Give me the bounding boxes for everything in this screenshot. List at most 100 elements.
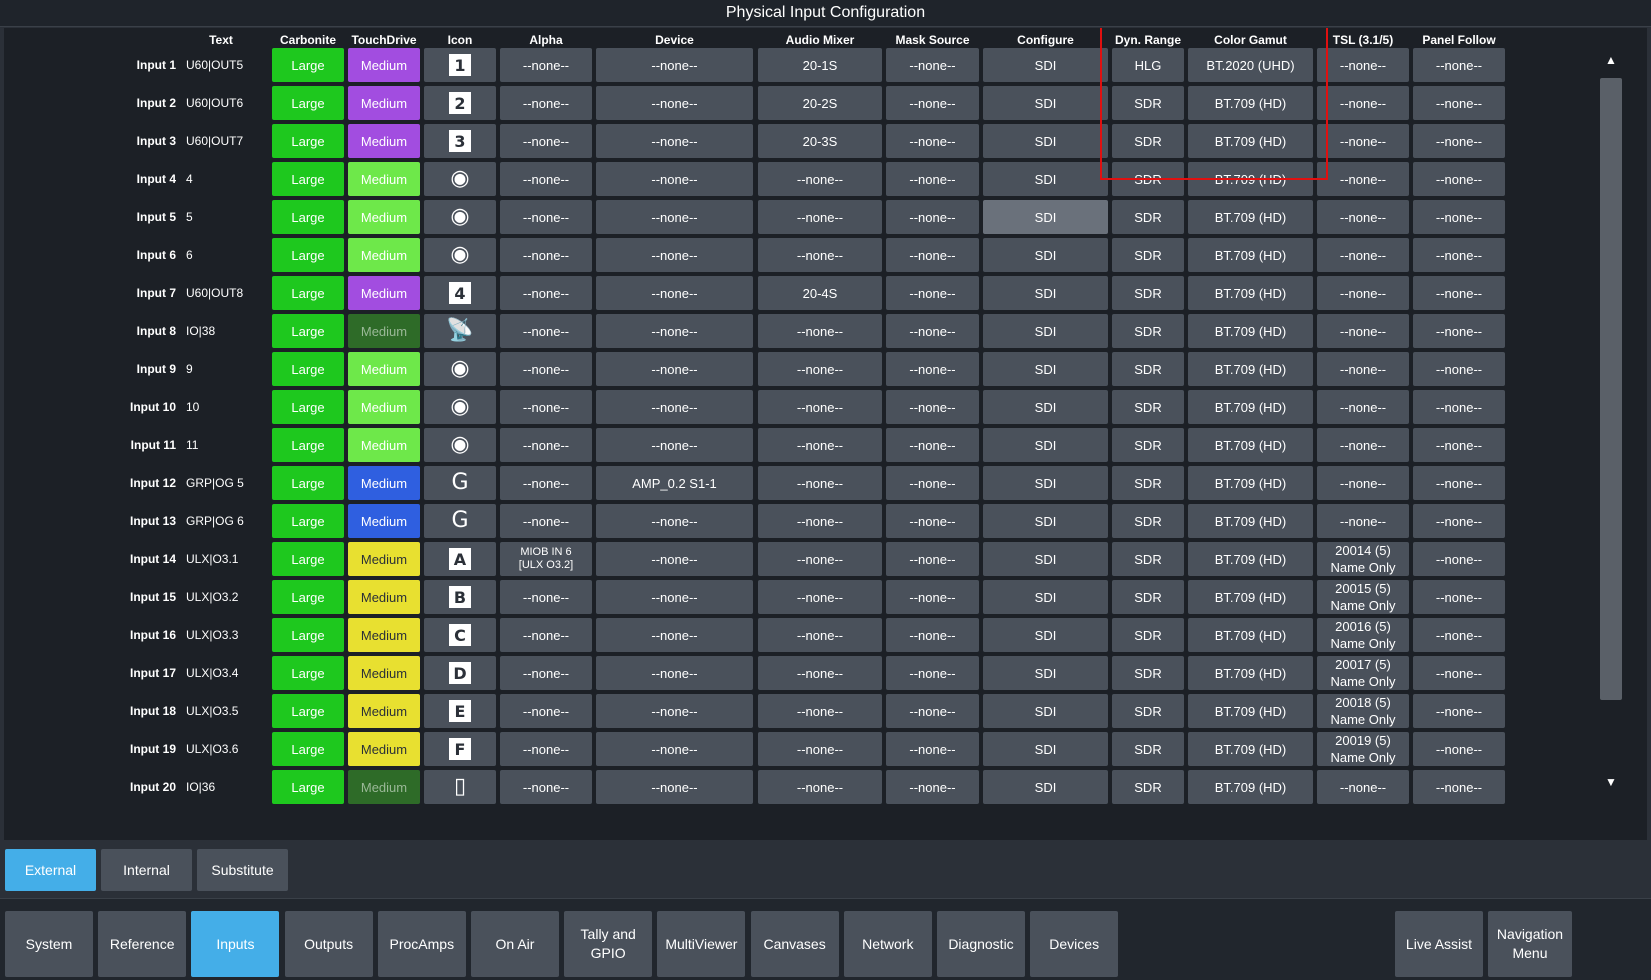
dyn-range-select-button[interactable]: SDR — [1112, 124, 1184, 158]
tsl-select-button[interactable]: --none-- — [1317, 162, 1409, 196]
tsl-select-button[interactable]: --none-- — [1317, 314, 1409, 348]
tsl-select-button[interactable]: 20015 (5) Name Only — [1317, 580, 1409, 614]
tsl-select-button[interactable]: 20018 (5) Name Only — [1317, 694, 1409, 728]
dyn-range-select-button[interactable]: SDR — [1112, 542, 1184, 576]
alpha-select-button[interactable]: --none-- — [500, 732, 592, 766]
dyn-range-select-button[interactable]: SDR — [1112, 656, 1184, 690]
tsl-select-button[interactable]: --none-- — [1317, 86, 1409, 120]
carbonite-size-button[interactable]: Large — [272, 580, 344, 614]
tsl-select-button[interactable]: --none-- — [1317, 352, 1409, 386]
configure-button[interactable]: SDI — [983, 124, 1108, 158]
carbonite-size-button[interactable]: Large — [272, 466, 344, 500]
input-text-name[interactable]: U60|OUT7 — [186, 124, 282, 158]
nav-tally-and-gpio[interactable]: Tally and GPIO — [564, 911, 653, 977]
nav-navigation-menu[interactable]: Navigation Menu — [1488, 911, 1572, 977]
tsl-select-button[interactable]: 20017 (5) Name Only — [1317, 656, 1409, 690]
configure-button[interactable]: SDI — [983, 390, 1108, 424]
device-select-button[interactable]: AMP_0.2 S1-1 — [596, 466, 753, 500]
input-text-name[interactable]: ULX|O3.1 — [186, 542, 282, 576]
carbonite-size-button[interactable]: Large — [272, 428, 344, 462]
color-gamut-select-button[interactable]: BT.709 (HD) — [1188, 352, 1313, 386]
touchdrive-size-button[interactable]: Medium — [348, 314, 420, 348]
mask-source-select-button[interactable]: --none-- — [886, 238, 979, 272]
configure-button[interactable]: SDI — [983, 580, 1108, 614]
icon-select-button[interactable]: D — [424, 656, 496, 690]
color-gamut-select-button[interactable]: BT.709 (HD) — [1188, 580, 1313, 614]
panel-follow-select-button[interactable]: --none-- — [1413, 86, 1505, 120]
audio-mixer-select-button[interactable]: --none-- — [758, 352, 882, 386]
panel-follow-select-button[interactable]: --none-- — [1413, 618, 1505, 652]
device-select-button[interactable]: --none-- — [596, 580, 753, 614]
device-select-button[interactable]: --none-- — [596, 504, 753, 538]
tsl-select-button[interactable]: --none-- — [1317, 466, 1409, 500]
panel-follow-select-button[interactable]: --none-- — [1413, 428, 1505, 462]
icon-select-button[interactable]: 📡 — [424, 314, 496, 348]
input-text-name[interactable]: IO|38 — [186, 314, 282, 348]
dyn-range-select-button[interactable]: SDR — [1112, 390, 1184, 424]
device-select-button[interactable]: --none-- — [596, 694, 753, 728]
device-select-button[interactable]: --none-- — [596, 86, 753, 120]
mask-source-select-button[interactable]: --none-- — [886, 200, 979, 234]
alpha-select-button[interactable]: --none-- — [500, 314, 592, 348]
touchdrive-size-button[interactable]: Medium — [348, 618, 420, 652]
alpha-select-button[interactable]: --none-- — [500, 504, 592, 538]
panel-follow-select-button[interactable]: --none-- — [1413, 314, 1505, 348]
device-select-button[interactable]: --none-- — [596, 542, 753, 576]
touchdrive-size-button[interactable]: Medium — [348, 124, 420, 158]
touchdrive-size-button[interactable]: Medium — [348, 352, 420, 386]
touchdrive-size-button[interactable]: Medium — [348, 238, 420, 272]
carbonite-size-button[interactable]: Large — [272, 504, 344, 538]
mask-source-select-button[interactable]: --none-- — [886, 542, 979, 576]
device-select-button[interactable]: --none-- — [596, 656, 753, 690]
audio-mixer-select-button[interactable]: --none-- — [758, 694, 882, 728]
device-select-button[interactable]: --none-- — [596, 48, 753, 82]
touchdrive-size-button[interactable]: Medium — [348, 428, 420, 462]
color-gamut-select-button[interactable]: BT.709 (HD) — [1188, 656, 1313, 690]
icon-select-button[interactable]: B — [424, 580, 496, 614]
configure-button[interactable]: SDI — [983, 276, 1108, 310]
device-select-button[interactable]: --none-- — [596, 428, 753, 462]
input-text-name[interactable]: U60|OUT6 — [186, 86, 282, 120]
dyn-range-select-button[interactable]: SDR — [1112, 428, 1184, 462]
touchdrive-size-button[interactable]: Medium — [348, 770, 420, 804]
tsl-select-button[interactable]: --none-- — [1317, 200, 1409, 234]
color-gamut-select-button[interactable]: BT.709 (HD) — [1188, 542, 1313, 576]
alpha-select-button[interactable]: --none-- — [500, 48, 592, 82]
audio-mixer-select-button[interactable]: 20-4S — [758, 276, 882, 310]
input-text-name[interactable]: ULX|O3.5 — [186, 694, 282, 728]
panel-follow-select-button[interactable]: --none-- — [1413, 48, 1505, 82]
dyn-range-select-button[interactable]: SDR — [1112, 732, 1184, 766]
mask-source-select-button[interactable]: --none-- — [886, 694, 979, 728]
audio-mixer-select-button[interactable]: --none-- — [758, 770, 882, 804]
nav-reference[interactable]: Reference — [98, 911, 187, 977]
mask-source-select-button[interactable]: --none-- — [886, 580, 979, 614]
tab-external[interactable]: External — [5, 849, 96, 891]
panel-follow-select-button[interactable]: --none-- — [1413, 352, 1505, 386]
device-select-button[interactable]: --none-- — [596, 390, 753, 424]
panel-follow-select-button[interactable]: --none-- — [1413, 238, 1505, 272]
device-select-button[interactable]: --none-- — [596, 352, 753, 386]
dyn-range-select-button[interactable]: SDR — [1112, 618, 1184, 652]
color-gamut-select-button[interactable]: BT.709 (HD) — [1188, 390, 1313, 424]
audio-mixer-select-button[interactable]: --none-- — [758, 428, 882, 462]
audio-mixer-select-button[interactable]: --none-- — [758, 732, 882, 766]
device-select-button[interactable]: --none-- — [596, 162, 753, 196]
touchdrive-size-button[interactable]: Medium — [348, 276, 420, 310]
tsl-select-button[interactable]: 20016 (5) Name Only — [1317, 618, 1409, 652]
audio-mixer-select-button[interactable]: 20-1S — [758, 48, 882, 82]
panel-follow-select-button[interactable]: --none-- — [1413, 390, 1505, 424]
input-text-name[interactable]: 10 — [186, 390, 282, 424]
alpha-select-button[interactable]: --none-- — [500, 428, 592, 462]
tsl-select-button[interactable]: --none-- — [1317, 48, 1409, 82]
mask-source-select-button[interactable]: --none-- — [886, 618, 979, 652]
mask-source-select-button[interactable]: --none-- — [886, 428, 979, 462]
icon-select-button[interactable]: ◉ — [424, 162, 496, 196]
dyn-range-select-button[interactable]: SDR — [1112, 238, 1184, 272]
icon-select-button[interactable]: ◉ — [424, 352, 496, 386]
icon-select-button[interactable]: C — [424, 618, 496, 652]
alpha-select-button[interactable]: --none-- — [500, 276, 592, 310]
carbonite-size-button[interactable]: Large — [272, 656, 344, 690]
input-text-name[interactable]: 9 — [186, 352, 282, 386]
alpha-select-button[interactable]: --none-- — [500, 124, 592, 158]
dyn-range-select-button[interactable]: SDR — [1112, 276, 1184, 310]
